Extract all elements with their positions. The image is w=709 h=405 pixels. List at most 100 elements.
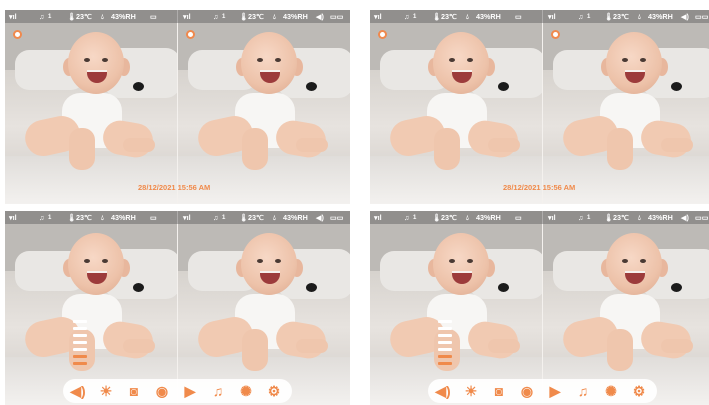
humidity-label: 43%RH [476,213,501,222]
volume-step [438,320,452,323]
battery-outline-icon: ▭ [515,12,522,21]
timestamp: 28/12/2021 15:56 AM [503,183,576,192]
volume-step [73,334,87,337]
battery-icon: ▭▭ [330,213,344,222]
playback-icon[interactable]: ▶ [546,382,564,400]
humidity-icon: 💧︎ [638,12,641,21]
camera-view-right[interactable] [543,211,709,405]
speaker-icon: ◀) [681,12,689,21]
lullaby-icon: ♫ [578,213,584,222]
channel-label: 1 [413,215,417,221]
lullaby-icon: ♫ [578,12,584,21]
battery-icon: ▭▭ [330,12,344,21]
humidity-icon: 💧︎ [273,213,276,222]
recording-icon [378,30,387,39]
camera-view-right[interactable] [178,10,350,204]
camera-icon[interactable]: ◙ [125,382,143,400]
thermometer-icon: 🌡︎ [239,213,249,222]
volume-step [438,341,452,344]
battery-icon: ▭▭ [695,213,709,222]
night-light-icon[interactable]: ✺ [602,382,620,400]
baby [543,10,709,204]
humidity-label: 43%RH [283,12,308,21]
settings-icon[interactable]: ⚙ [630,382,648,400]
thermometer-icon: 🌡︎ [604,12,614,21]
camera-icon[interactable]: ◙ [490,382,508,400]
humidity-icon: 💧︎ [101,213,104,222]
volume-slider[interactable] [438,320,452,369]
baby [370,211,542,405]
thermometer-icon: 🌡︎ [432,213,442,222]
signal-icon: ▾ıl [183,12,191,21]
thermometer-icon: 🌡︎ [604,213,614,222]
humidity-icon: 💧︎ [466,213,469,222]
battery-outline-icon: ▭ [515,213,522,222]
music-icon[interactable]: ♫ [209,382,227,400]
volume-slider[interactable] [73,320,87,369]
video-camera-icon[interactable]: ◉ [153,382,171,400]
humidity-icon: 💧︎ [273,12,276,21]
lullaby-icon: ♫ [39,12,45,21]
thermometer-icon: 🌡︎ [432,12,442,21]
volume-step [73,320,87,323]
lullaby-icon: ♫ [213,213,219,222]
camera-view-left[interactable] [5,211,177,405]
volume-step [438,334,452,337]
battery-icon: ▭▭ [695,12,709,21]
music-icon[interactable]: ♫ [574,382,592,400]
volume-step [438,355,452,358]
monitor-screen: ▾ıl ♫ 1 🌡︎ 23℃ 💧︎ 43%RH ▭ ▾ıl ♫ 1 🌡︎ 23℃… [5,10,350,204]
volume-icon[interactable]: ◀) [69,382,87,400]
night-light-icon[interactable]: ✺ [237,382,255,400]
camera-view-left[interactable] [370,211,542,405]
temperature-label: 23℃ [441,12,458,21]
volume-step [73,355,87,358]
camera-view-right[interactable] [543,10,709,204]
playback-icon[interactable]: ▶ [181,382,199,400]
lullaby-icon: ♫ [404,12,410,21]
status-bar: ▾ıl ♫ 1 🌡︎ 23℃ 💧︎ 43%RH ▭ ▾ıl ♫ 1 🌡︎ 23℃… [5,211,350,224]
humidity-icon: 💧︎ [466,12,469,21]
volume-step [73,341,87,344]
signal-icon: ▾ıl [183,213,191,222]
settings-icon[interactable]: ⚙ [265,382,283,400]
signal-icon: ▾ıl [548,12,556,21]
control-toolbar: ◀) ☀ ◙ ◉ ▶ ♫ ✺ ⚙ [63,379,292,403]
volume-icon[interactable]: ◀) [434,382,452,400]
humidity-label: 43%RH [648,213,673,222]
speaker-icon: ◀) [681,213,689,222]
volume-step [438,362,452,365]
thermometer-icon: 🌡︎ [239,12,249,21]
channel-label: 1 [222,14,226,20]
split-divider [542,10,543,204]
signal-icon: ▾ıl [9,12,17,21]
camera-view-right[interactable] [178,211,350,405]
baby [178,211,350,405]
recording-icon [551,30,560,39]
channel-label: 1 [587,14,591,20]
signal-icon: ▾ıl [9,213,17,222]
status-bar: ▾ıl ♫ 1 🌡︎ 23℃ 💧︎ 43%RH ▭ ▾ıl ♫ 1 🌡︎ 23℃… [370,10,709,23]
recording-icon [13,30,22,39]
split-divider [542,211,543,405]
timestamp: 28/12/2021 15:56 AM [138,183,211,192]
camera-view-left[interactable] [5,10,177,204]
temperature-label: 23℃ [76,213,93,222]
video-camera-icon[interactable]: ◉ [518,382,536,400]
brightness-icon[interactable]: ☀ [97,382,115,400]
battery-outline-icon: ▭ [150,12,157,21]
temperature-label: 23℃ [248,12,265,21]
thermometer-icon: 🌡︎ [67,12,77,21]
temperature-label: 23℃ [441,213,458,222]
camera-view-left[interactable] [370,10,542,204]
temperature-label: 23℃ [76,12,93,21]
temperature-label: 23℃ [613,213,630,222]
status-bar: ▾ıl ♫ 1 🌡︎ 23℃ 💧︎ 43%RH ▭ ▾ıl ♫ 1 🌡︎ 23℃… [5,10,350,23]
recording-icon [186,30,195,39]
signal-icon: ▾ıl [374,213,382,222]
volume-step [438,327,452,330]
volume-step [438,348,452,351]
humidity-label: 43%RH [648,12,673,21]
brightness-icon[interactable]: ☀ [462,382,480,400]
channel-label: 1 [222,215,226,221]
